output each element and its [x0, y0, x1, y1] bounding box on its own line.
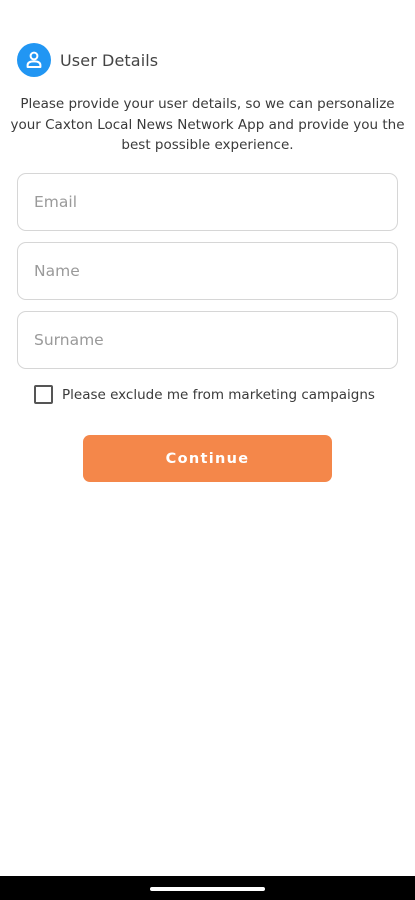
email-field[interactable]	[17, 173, 398, 231]
continue-button[interactable]: Continue	[83, 435, 332, 482]
name-field[interactable]	[17, 242, 398, 300]
marketing-opt-out-label: Please exclude me from marketing campaig…	[62, 386, 375, 403]
surname-input[interactable]	[18, 312, 397, 368]
page-header: User Details	[17, 43, 158, 77]
email-input[interactable]	[18, 174, 397, 230]
system-navigation-bar	[0, 876, 415, 900]
page-title: User Details	[60, 50, 159, 70]
user-details-screen: User Details Please provide your user de…	[0, 0, 415, 900]
continue-button-label: Continue	[165, 450, 250, 467]
marketing-opt-out-row[interactable]: Please exclude me from marketing campaig…	[34, 385, 375, 404]
marketing-opt-out-checkbox[interactable]	[34, 385, 53, 404]
surname-field[interactable]	[17, 311, 398, 369]
name-input[interactable]	[18, 243, 397, 299]
user-icon	[17, 43, 51, 77]
home-indicator[interactable]	[150, 887, 265, 891]
intro-text: Please provide your user details, so we …	[10, 96, 405, 153]
